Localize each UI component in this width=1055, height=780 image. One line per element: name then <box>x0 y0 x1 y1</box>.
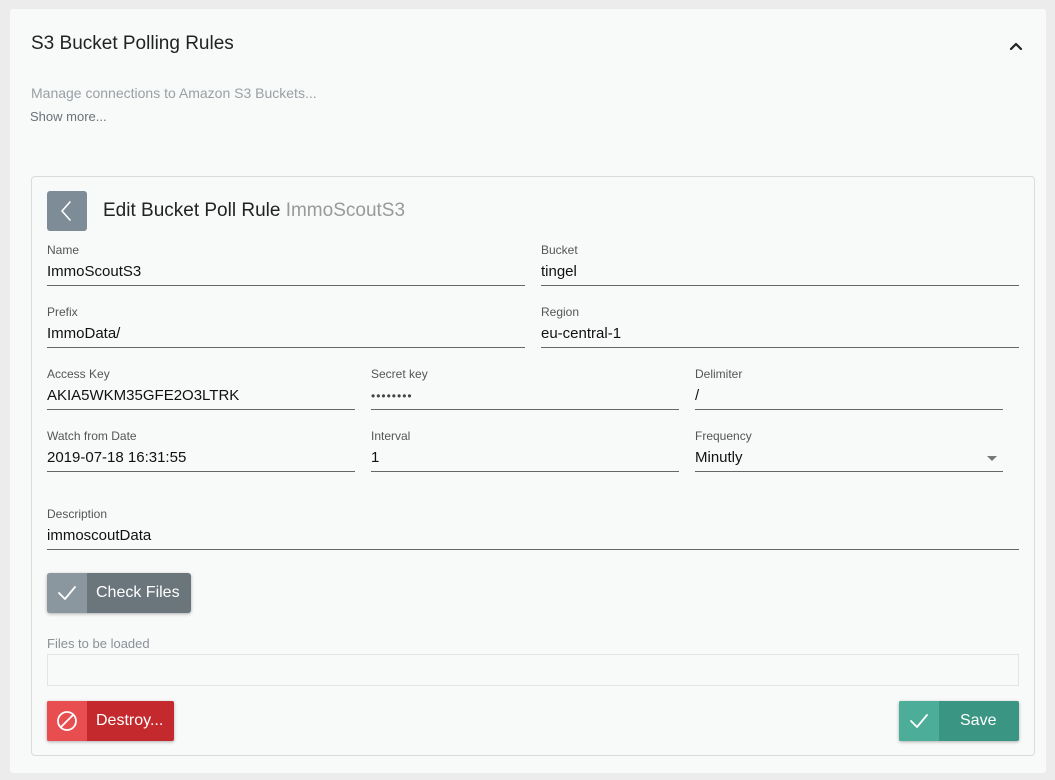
watch-from-input[interactable]: 2019-07-18 16:31:55 <box>47 448 355 472</box>
check-icon <box>910 714 928 728</box>
check-files-button[interactable]: Check Files <box>47 573 191 613</box>
access-key-input[interactable]: AKIA5WKM35GFE2O3LTRK <box>47 386 355 410</box>
destroy-button[interactable]: Destroy... <box>47 701 174 741</box>
destroy-label: Destroy... <box>96 712 164 729</box>
name-label: Name <box>47 243 80 257</box>
region-input[interactable]: eu-central-1 <box>541 324 1019 348</box>
secret-key-field: Secret key •••••••• <box>371 367 679 410</box>
files-to-load-label: Files to be loaded <box>47 636 150 651</box>
card-title-text: Edit Bucket Poll Rule <box>103 200 281 221</box>
page-title: S3 Bucket Polling Rules <box>31 33 234 54</box>
frequency-select[interactable]: Minutly <box>695 448 1003 472</box>
description-field: Description immoscoutData <box>47 507 1019 550</box>
back-button[interactable] <box>47 191 87 231</box>
watch-from-field: Watch from Date 2019-07-18 16:31:55 <box>47 429 355 472</box>
bucket-field: Bucket tingel <box>541 243 1019 286</box>
interval-label: Interval <box>371 429 411 443</box>
secret-key-input[interactable]: •••••••• <box>371 386 679 410</box>
delimiter-label: Delimiter <box>695 367 743 381</box>
save-button[interactable]: Save <box>899 701 1019 741</box>
save-label: Save <box>960 712 997 729</box>
description-input[interactable]: immoscoutData <box>47 526 1019 550</box>
chevron-up-icon <box>1009 42 1023 51</box>
secret-key-label: Secret key <box>371 367 428 381</box>
card-subtitle: ImmoScoutS3 <box>285 200 406 221</box>
show-more-link[interactable]: Show more... <box>30 109 107 124</box>
chevron-left-icon <box>61 201 71 221</box>
prefix-label: Prefix <box>47 305 78 319</box>
check-icon <box>58 586 76 600</box>
polling-rules-panel: S3 Bucket Polling Rules Manage connectio… <box>10 9 1046 773</box>
name-field: Name ImmoScoutS3 <box>47 243 525 286</box>
region-field: Region eu-central-1 <box>541 305 1019 348</box>
bucket-input[interactable]: tingel <box>541 262 1019 286</box>
section-description: Manage connections to Amazon S3 Buckets.… <box>31 85 317 101</box>
destroy-icon-area <box>47 701 87 741</box>
card-title: Edit Bucket Poll Rule ImmoScoutS3 <box>103 200 405 222</box>
ban-icon <box>57 711 77 731</box>
watch-from-label: Watch from Date <box>47 429 137 443</box>
edit-rule-card: Edit Bucket Poll Rule ImmoScoutS3 Name I… <box>31 176 1035 756</box>
save-icon-area <box>899 701 939 741</box>
access-key-label: Access Key <box>47 367 110 381</box>
interval-field: Interval 1 <box>371 429 679 472</box>
description-label: Description <box>47 507 108 521</box>
delimiter-input[interactable]: / <box>695 386 1003 410</box>
prefix-input[interactable]: ImmoData/ <box>47 324 525 348</box>
frequency-value: Minutly <box>695 449 743 466</box>
name-input[interactable]: ImmoScoutS3 <box>47 262 525 286</box>
bucket-label: Bucket <box>541 243 578 257</box>
access-key-field: Access Key AKIA5WKM35GFE2O3LTRK <box>47 367 355 410</box>
check-files-label: Check Files <box>96 584 180 601</box>
files-to-load-box <box>47 654 1019 686</box>
prefix-field: Prefix ImmoData/ <box>47 305 525 348</box>
collapse-button[interactable] <box>1006 36 1026 56</box>
frequency-field: Frequency Minutly <box>695 429 1003 472</box>
delimiter-field: Delimiter / <box>695 367 1003 410</box>
region-label: Region <box>541 305 580 319</box>
caret-down-icon <box>987 456 997 461</box>
interval-input[interactable]: 1 <box>371 448 679 472</box>
frequency-label: Frequency <box>695 429 752 443</box>
check-files-icon-area <box>47 573 87 613</box>
